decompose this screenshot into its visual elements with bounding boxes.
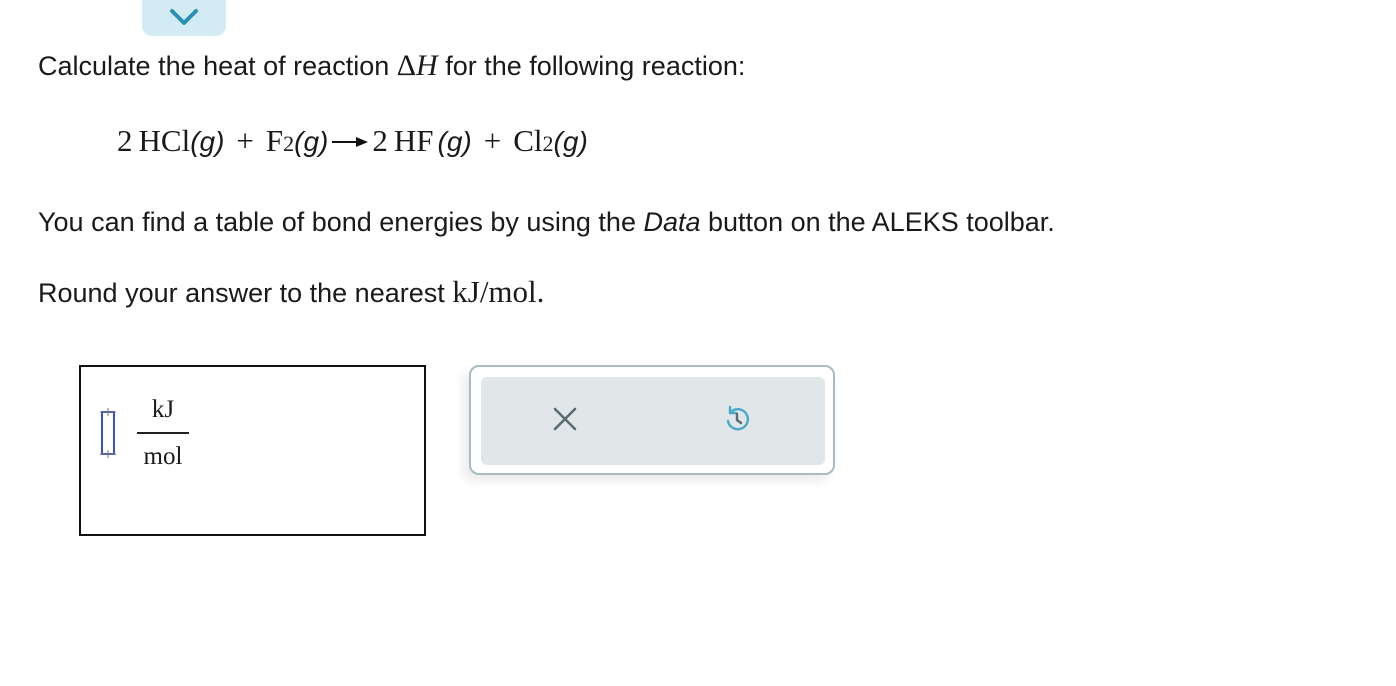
reactant1-formula: HCl [138, 123, 191, 158]
collapse-tab[interactable] [142, 0, 226, 36]
reactant2-phase: (g) [294, 126, 329, 157]
product2-formula: Cl [513, 123, 543, 158]
reaction-arrow-icon [330, 120, 370, 147]
delta-symbol: Δ [396, 49, 417, 82]
reaction-equation: 2 HCl (g) + F 2 (g) 2 HF (g) + Cl 2 (g) [117, 122, 588, 161]
product1-phase: (g) [437, 126, 472, 157]
question-prompt: Calculate the heat of reaction ΔH for th… [38, 50, 745, 82]
plus-sign: + [236, 123, 254, 158]
undo-button[interactable] [719, 403, 755, 439]
question-suffix: for the following reaction: [437, 51, 746, 81]
undo-icon [722, 404, 752, 439]
x-icon [552, 406, 578, 437]
product1-formula: HF [393, 123, 434, 158]
reactant1-coefficient: 2 [117, 123, 133, 158]
product2-phase: (g) [553, 126, 588, 157]
chevron-down-icon [167, 6, 201, 28]
hint-suffix: button on the ALEKS toolbar. [700, 207, 1055, 237]
reactant1-phase: (g) [190, 126, 225, 157]
tools-background [481, 377, 825, 465]
enthalpy-variable: H [416, 49, 438, 82]
data-hint: You can find a table of bond energies by… [38, 206, 1055, 238]
clear-button[interactable] [547, 403, 583, 439]
product1-coefficient: 2 [372, 123, 388, 158]
fraction-bar [137, 432, 189, 434]
question-prefix: Calculate the heat of reaction [38, 51, 397, 81]
rounding-suffix: . [536, 274, 545, 309]
hint-prefix: You can find a table of bond energies by… [38, 207, 644, 237]
reactant2-formula: F [265, 123, 284, 158]
plus-sign: + [483, 123, 502, 158]
rounding-unit: kJ/mol [452, 274, 537, 309]
answer-input[interactable] [100, 408, 117, 458]
unit-denominator: mol [143, 443, 183, 470]
unit-fraction: kJ mol [137, 395, 189, 472]
rounding-instruction: Round your answer to the nearest kJ/mol. [38, 276, 544, 309]
hint-data-word: Data [643, 207, 701, 237]
rounding-prefix: Round your answer to the nearest [38, 278, 453, 308]
unit-numerator: kJ [151, 396, 175, 423]
answer-tools-panel [469, 365, 835, 475]
answer-area: kJ mol [79, 365, 426, 536]
